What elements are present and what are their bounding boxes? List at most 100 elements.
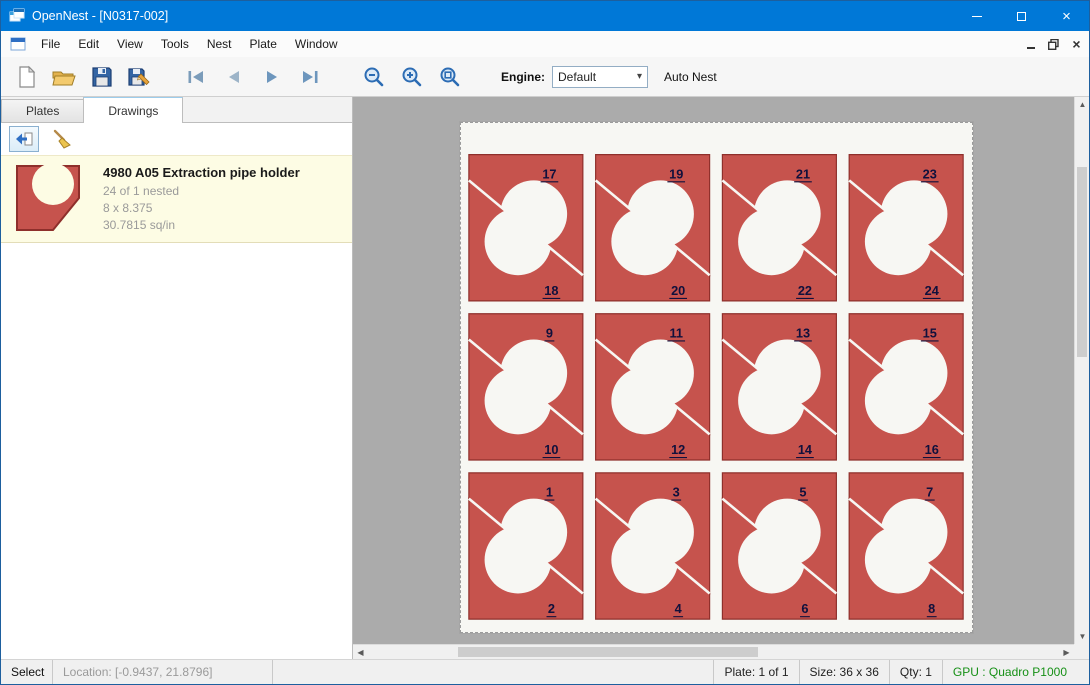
part-number-label: 21 [796, 166, 810, 181]
zoom-out-icon [362, 65, 386, 89]
app-icon [9, 8, 25, 24]
status-plate-count: Plate: 1 of 1 [713, 660, 798, 684]
nest-pair[interactable]: 2324 [849, 155, 963, 301]
title-bar: OpenNest - [N0317-002] × [1, 1, 1089, 31]
menu-view[interactable]: View [108, 33, 152, 55]
zoom-out-button[interactable] [357, 61, 391, 93]
chevron-down-icon: ▾ [637, 71, 642, 82]
menu-edit[interactable]: Edit [69, 33, 108, 55]
menu-file[interactable]: File [32, 33, 69, 55]
mdi-restore-button[interactable] [1043, 35, 1064, 54]
nest-pair[interactable]: 12 [469, 473, 583, 619]
previous-plate-button[interactable] [217, 61, 251, 93]
nest-canvas-area: 171819202122232491011121314151612345678 … [353, 97, 1089, 659]
first-plate-icon [184, 65, 208, 89]
part-thumbnail [7, 160, 93, 238]
part-number-label: 6 [801, 601, 808, 616]
tab-drawings[interactable]: Drawings [83, 97, 183, 123]
close-icon: × [1062, 9, 1071, 24]
horizontal-scrollbar[interactable]: ◀ ▶ [353, 644, 1074, 659]
mdi-close-icon: × [1072, 37, 1080, 51]
close-button[interactable]: × [1044, 1, 1089, 31]
menu-tools[interactable]: Tools [152, 33, 198, 55]
horizontal-scroll-thumb[interactable] [458, 647, 758, 657]
part-number-label: 12 [671, 442, 685, 457]
first-plate-button[interactable] [179, 61, 213, 93]
maximize-button[interactable] [999, 1, 1044, 31]
nest-pair[interactable]: 34 [596, 473, 710, 619]
mdi-document-icon [10, 37, 26, 51]
mdi-restore-icon [1048, 39, 1059, 50]
scroll-right-icon[interactable]: ▶ [1059, 645, 1074, 659]
open-file-button[interactable] [47, 61, 81, 93]
next-plate-button[interactable] [255, 61, 289, 93]
part-number-label: 23 [923, 166, 937, 181]
nest-pair[interactable]: 2122 [722, 155, 836, 301]
menu-plate[interactable]: Plate [241, 33, 286, 55]
status-qty: Qty: 1 [889, 660, 942, 684]
part-number-label: 20 [671, 283, 685, 298]
menu-nest[interactable]: Nest [198, 33, 241, 55]
blue-arrow-left-icon [14, 130, 34, 148]
scroll-down-icon[interactable]: ▼ [1075, 629, 1089, 644]
vertical-scrollbar[interactable]: ▲ ▼ [1074, 97, 1089, 644]
engine-dropdown[interactable]: Default ▾ [552, 66, 648, 88]
part-number-label: 10 [544, 442, 558, 457]
plate[interactable]: 171819202122232491011121314151612345678 [460, 122, 973, 633]
last-plate-icon [298, 65, 322, 89]
zoom-fit-icon [438, 65, 462, 89]
mdi-close-button[interactable]: × [1066, 35, 1087, 54]
nest-pair[interactable]: 1920 [596, 155, 710, 301]
part-number-label: 17 [542, 166, 556, 181]
drawing-list-item[interactable]: 4980 A05 Extraction pipe holder 24 of 1 … [1, 155, 352, 243]
mdi-minimize-icon [1027, 47, 1035, 49]
status-bar: Select Location: [-0.9437, 21.8796] Plat… [1, 659, 1089, 684]
panel-tab-strip: Plates Drawings [1, 97, 352, 123]
last-plate-button[interactable] [293, 61, 327, 93]
clean-button[interactable] [47, 126, 77, 152]
nest-pair[interactable]: 1112 [596, 314, 710, 460]
part-number-label: 4 [675, 601, 683, 616]
save-floppy-icon [90, 65, 114, 89]
part-number-label: 9 [546, 325, 553, 340]
part-number-label: 13 [796, 325, 810, 340]
auto-nest-button[interactable]: Auto Nest [664, 70, 717, 84]
minimize-button[interactable] [954, 1, 999, 31]
nest-pair[interactable]: 1718 [469, 155, 583, 301]
nest-pair[interactable]: 1516 [849, 314, 963, 460]
scroll-left-icon[interactable]: ◀ [353, 645, 368, 659]
window-title: OpenNest - [N0317-002] [32, 9, 168, 23]
status-location: Location: [-0.9437, 21.8796] [53, 660, 273, 684]
zoom-in-button[interactable] [395, 61, 429, 93]
status-plate-size: Size: 36 x 36 [799, 660, 889, 684]
next-plate-icon [260, 65, 284, 89]
send-to-nest-button[interactable] [9, 126, 39, 152]
vertical-scroll-thumb[interactable] [1077, 167, 1087, 357]
part-number-label: 14 [798, 442, 813, 457]
zoom-fit-button[interactable] [433, 61, 467, 93]
menu-bar: File Edit View Tools Nest Plate Window × [1, 31, 1089, 57]
scroll-up-icon[interactable]: ▲ [1075, 97, 1089, 112]
menu-window[interactable]: Window [286, 33, 347, 55]
open-folder-icon [51, 65, 77, 89]
mdi-minimize-button[interactable] [1020, 35, 1041, 54]
maximize-icon [1017, 12, 1026, 21]
engine-label: Engine: [501, 70, 545, 84]
nest-pair[interactable]: 56 [722, 473, 836, 619]
save-as-button[interactable] [123, 61, 157, 93]
tab-plates[interactable]: Plates [1, 99, 84, 122]
part-number-label: 5 [799, 485, 806, 500]
nest-canvas[interactable]: 171819202122232491011121314151612345678 [353, 97, 1074, 644]
status-mode: Select [1, 660, 53, 684]
drawing-area: 30.7815 sq/in [103, 217, 300, 234]
drawing-nested-count: 24 of 1 nested [103, 183, 300, 200]
save-button[interactable] [85, 61, 119, 93]
nest-pair[interactable]: 13 14 [722, 314, 836, 460]
nest-pair[interactable]: 78 [849, 473, 963, 619]
new-file-button[interactable] [9, 61, 43, 93]
status-gpu: GPU : Quadro P1000 [942, 660, 1089, 684]
part-number-label: 16 [925, 442, 939, 457]
nest-pair[interactable]: 9 10 [469, 314, 583, 460]
minimize-icon [972, 16, 982, 17]
part-number-label: 3 [673, 485, 680, 500]
